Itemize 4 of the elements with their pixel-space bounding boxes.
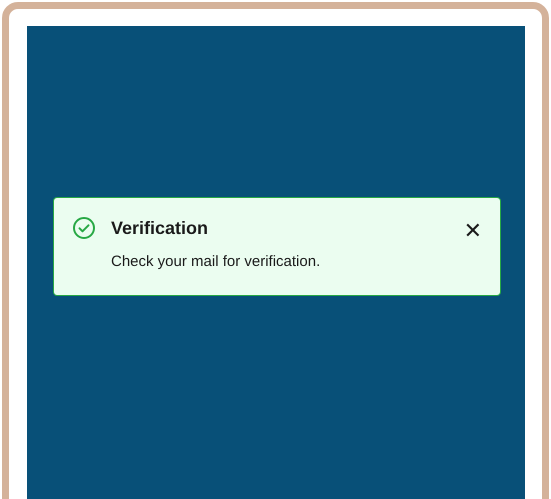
notification-message: Check your mail for verification. — [111, 253, 322, 270]
close-button[interactable]: ✕ — [464, 221, 482, 243]
notification-title: Verification — [111, 217, 210, 240]
check-circle-icon — [72, 216, 96, 240]
